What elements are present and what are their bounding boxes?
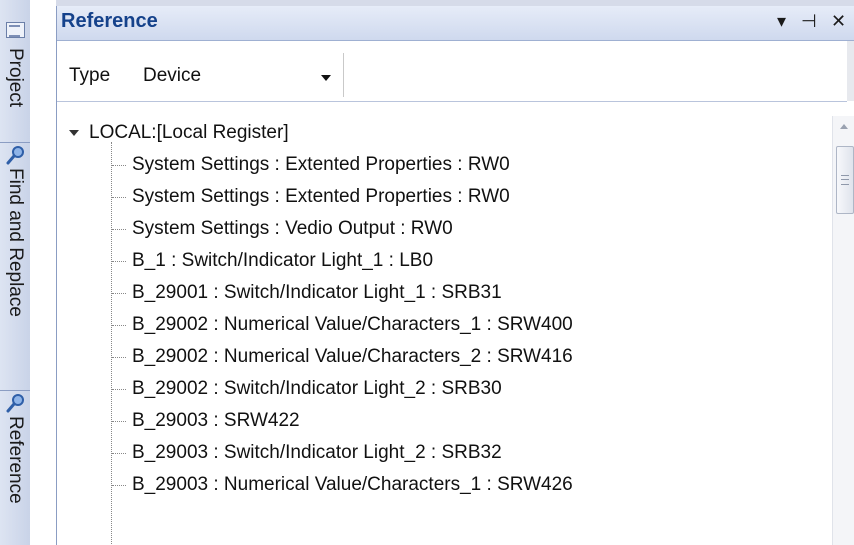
- type-select[interactable]: Device: [133, 53, 344, 97]
- tree-item-label: System Settings : Vedio Output : RW0: [132, 218, 453, 239]
- tree-item-label: B_29002 : Switch/Indicator Light_2 : SRB…: [132, 378, 502, 399]
- tree-item[interactable]: B_29002 : Numerical Value/Characters_1 :…: [112, 310, 573, 340]
- magnifier-icon: [6, 394, 24, 413]
- tab-reference-label: Reference: [5, 416, 26, 504]
- tree-item-label: B_1 : Switch/Indicator Light_1 : LB0: [132, 250, 434, 271]
- tree-item[interactable]: B_29001 : Switch/Indicator Light_1 : SRB…: [112, 278, 502, 308]
- grip-icon: [841, 175, 849, 185]
- tree-item[interactable]: B_29003 : Numerical Value/Characters_1 :…: [112, 470, 573, 500]
- panel-title: Reference: [61, 10, 158, 32]
- tab-find-and-replace[interactable]: Find and Replace: [0, 142, 30, 391]
- type-select-value: Device: [143, 65, 202, 86]
- tree-item-label: B_29002 : Numerical Value/Characters_1 :…: [132, 314, 573, 335]
- magnifier-icon: [6, 146, 24, 165]
- tree-item-label: B_29003 : Switch/Indicator Light_2 : SRB…: [132, 442, 502, 463]
- scroll-thumb[interactable]: [836, 146, 854, 214]
- panel-title-bar: Reference ▾ ⊣ ✕: [57, 6, 854, 41]
- tree-item[interactable]: B_29003 : SRW422: [112, 406, 300, 436]
- tree-item-label: System Settings : Extented Properties : …: [132, 186, 510, 207]
- tree-root-node[interactable]: LOCAL:[Local Register]: [61, 118, 289, 148]
- type-label: Type: [69, 65, 111, 86]
- tree-item-label: System Settings : Extented Properties : …: [132, 154, 510, 175]
- side-tab-strip: Project Find and Replace Reference: [0, 0, 31, 545]
- reference-panel: Reference ▾ ⊣ ✕ Type Device LOCAL:[Local…: [56, 6, 854, 545]
- collapse-arrow-icon[interactable]: [69, 130, 79, 136]
- tree-item-label: B_29002 : Numerical Value/Characters_2 :…: [132, 346, 573, 367]
- scroll-up-arrow-icon[interactable]: [840, 124, 848, 129]
- tab-reference[interactable]: Reference: [0, 390, 30, 545]
- tree-item[interactable]: B_29002 : Switch/Indicator Light_2 : SRB…: [112, 374, 502, 404]
- reference-tree: LOCAL:[Local Register] System Settings :…: [57, 114, 827, 545]
- vertical-scrollbar[interactable]: [832, 116, 854, 545]
- toolbar-overflow: [847, 41, 854, 101]
- type-filter-bar: Type Device: [57, 41, 847, 102]
- tree-root-label: LOCAL:[Local Register]: [89, 122, 289, 143]
- tree-item[interactable]: B_1 : Switch/Indicator Light_1 : LB0: [112, 246, 433, 276]
- pin-icon[interactable]: ⊣: [801, 11, 817, 32]
- panel-gap: [30, 0, 56, 545]
- tree-item[interactable]: System Settings : Vedio Output : RW0: [112, 214, 453, 244]
- tree-item[interactable]: System Settings : Extented Properties : …: [112, 182, 510, 212]
- tree-item-label: B_29003 : Numerical Value/Characters_1 :…: [132, 474, 573, 495]
- tab-project[interactable]: Project: [0, 46, 30, 143]
- tree-item[interactable]: System Settings : Extented Properties : …: [112, 150, 510, 180]
- tree-item-label: B_29001 : Switch/Indicator Light_1 : SRB…: [132, 282, 502, 303]
- tab-project-label: Project: [5, 48, 26, 108]
- dropdown-menu-icon[interactable]: ▾: [777, 11, 786, 32]
- tab-find-and-replace-label: Find and Replace: [5, 168, 26, 317]
- chevron-down-icon: [321, 75, 331, 81]
- close-icon[interactable]: ✕: [831, 11, 846, 32]
- tree-item[interactable]: B_29002 : Numerical Value/Characters_2 :…: [112, 342, 573, 372]
- project-icon[interactable]: [6, 22, 25, 38]
- tree-item[interactable]: B_29003 : Switch/Indicator Light_2 : SRB…: [112, 438, 502, 468]
- tree-item-label: B_29003 : SRW422: [132, 410, 300, 431]
